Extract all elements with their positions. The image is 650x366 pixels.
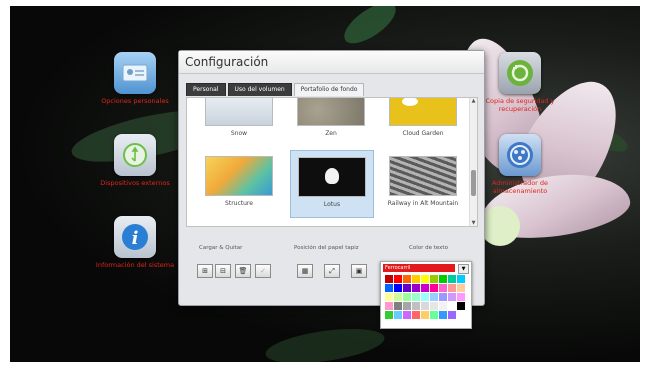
color-swatch[interactable]	[439, 293, 447, 301]
color-swatch[interactable]	[430, 302, 438, 310]
wallpaper-thumbnail	[389, 98, 457, 126]
selected-color-field[interactable]: Ferrocarril	[383, 264, 455, 272]
color-swatch[interactable]	[439, 302, 447, 310]
color-swatch[interactable]	[394, 293, 402, 301]
desktop-icon-storage-manager[interactable]: Administrador de almacenamiento	[480, 134, 560, 195]
color-swatch[interactable]	[412, 293, 420, 301]
leaf-decoration	[263, 322, 387, 362]
color-swatch[interactable]	[421, 302, 429, 310]
delete-button[interactable]: 🗑	[235, 264, 251, 278]
color-swatch[interactable]	[412, 311, 420, 319]
color-swatch[interactable]	[457, 311, 465, 319]
color-swatch[interactable]	[412, 284, 420, 292]
info-icon: i	[114, 216, 156, 258]
color-swatch[interactable]	[430, 284, 438, 292]
color-swatch[interactable]	[403, 275, 411, 283]
id-card-icon	[114, 52, 156, 94]
wallpaper-thumbnail	[298, 157, 366, 197]
color-swatch[interactable]	[439, 284, 447, 292]
color-swatch[interactable]	[457, 275, 465, 283]
color-swatch[interactable]	[430, 293, 438, 301]
color-swatch[interactable]	[385, 302, 393, 310]
color-swatch[interactable]	[403, 311, 411, 319]
color-swatch[interactable]	[421, 275, 429, 283]
svg-text:i: i	[132, 228, 139, 249]
text-color-label: Color de texto	[409, 245, 448, 251]
desktop-icon-backup-restore[interactable]: Copia de seguridad y recuperación	[480, 52, 560, 113]
color-swatch[interactable]	[421, 284, 429, 292]
color-swatch[interactable]	[403, 293, 411, 301]
color-swatch[interactable]	[403, 284, 411, 292]
color-swatch[interactable]	[412, 302, 420, 310]
color-swatch[interactable]	[403, 302, 411, 310]
wallpaper-position-label: Posición del papel tapiz	[294, 245, 359, 251]
position-stretch-button[interactable]: ⤢	[324, 264, 340, 278]
color-swatch[interactable]	[448, 293, 456, 301]
tab-wallpaper[interactable]: Portafolio de fondo	[293, 83, 365, 96]
color-swatch[interactable]	[394, 302, 402, 310]
color-swatch[interactable]	[430, 275, 438, 283]
scroll-up-icon[interactable]: ▲	[470, 98, 477, 104]
wallpaper-item-snow[interactable]: Snow	[198, 98, 280, 137]
gallery-scrollbar[interactable]: ▲ ▼	[469, 98, 477, 226]
storage-icon	[499, 134, 541, 176]
upload-remove-label: Cargar & Quitar	[199, 245, 243, 251]
wallpaper-item-lotus[interactable]: Lotus	[290, 150, 374, 218]
lotus-petal	[480, 206, 520, 246]
color-swatch[interactable]	[457, 284, 465, 292]
color-swatch[interactable]	[394, 284, 402, 292]
desktop: Opciones personales Dispositivos externo…	[10, 6, 640, 362]
color-swatch[interactable]	[412, 275, 420, 283]
color-swatch[interactable]	[385, 284, 393, 292]
wallpaper-thumbnail	[205, 156, 273, 196]
desktop-icon-personal-options[interactable]: Opciones personales	[95, 52, 175, 105]
wallpaper-thumbnail	[389, 156, 457, 196]
upload-button[interactable]: ⊞	[197, 264, 213, 278]
color-swatch[interactable]	[430, 311, 438, 319]
desktop-icon-external-devices[interactable]: Dispositivos externos	[95, 134, 175, 187]
wallpaper-item-cloud-garden[interactable]: Cloud Garden	[382, 98, 464, 137]
text-color-picker[interactable]: Ferrocarril ▼	[380, 261, 472, 329]
scroll-down-icon[interactable]: ▼	[470, 220, 477, 226]
wallpaper-item-railway[interactable]: Railway in Alt Mountain	[382, 156, 464, 207]
color-swatch[interactable]	[385, 275, 393, 283]
tab-volume-usage[interactable]: Uso del volumen	[227, 83, 292, 96]
color-swatch[interactable]	[385, 311, 393, 319]
cloud-shape	[402, 98, 418, 106]
color-swatch[interactable]	[439, 311, 447, 319]
color-swatch[interactable]	[394, 275, 402, 283]
color-swatch[interactable]	[448, 284, 456, 292]
wallpaper-thumbnail	[205, 98, 273, 126]
position-tile-button[interactable]: ▦	[297, 264, 313, 278]
scrollbar-thumb[interactable]	[471, 170, 476, 196]
color-swatch[interactable]	[421, 311, 429, 319]
wallpaper-thumbnail	[297, 98, 365, 126]
color-swatch[interactable]	[421, 293, 429, 301]
usb-icon	[114, 134, 156, 176]
color-swatch[interactable]	[439, 275, 447, 283]
color-swatch[interactable]	[457, 293, 465, 301]
wallpaper-item-structure[interactable]: Structure	[198, 156, 280, 207]
restore-icon	[499, 52, 541, 94]
position-center-button[interactable]: ▣	[351, 264, 367, 278]
wallpaper-gallery: Snow Zen Cloud Garden Structure Lotus Ra…	[186, 97, 478, 227]
color-swatch[interactable]	[448, 275, 456, 283]
tab-bar: Personal Uso del volumen Portafolio de f…	[186, 83, 366, 97]
wallpaper-item-zen[interactable]: Zen	[290, 98, 372, 137]
leaf-decoration	[337, 6, 403, 51]
upload-options-button[interactable]: ⊟	[215, 264, 231, 278]
tab-personal[interactable]: Personal	[186, 83, 226, 96]
color-swatch[interactable]	[394, 311, 402, 319]
color-swatch[interactable]	[385, 293, 393, 301]
color-swatch-grid	[385, 275, 465, 319]
apply-button[interactable]: ✓	[255, 264, 271, 278]
color-swatch[interactable]	[448, 302, 456, 310]
color-swatch[interactable]	[457, 302, 465, 310]
desktop-icon-system-info[interactable]: i Información del sistema	[95, 216, 175, 269]
lotus-flower	[325, 168, 339, 184]
window-title: Configuración	[179, 51, 484, 74]
color-swatch[interactable]	[448, 311, 456, 319]
chevron-down-icon[interactable]: ▼	[458, 264, 469, 274]
